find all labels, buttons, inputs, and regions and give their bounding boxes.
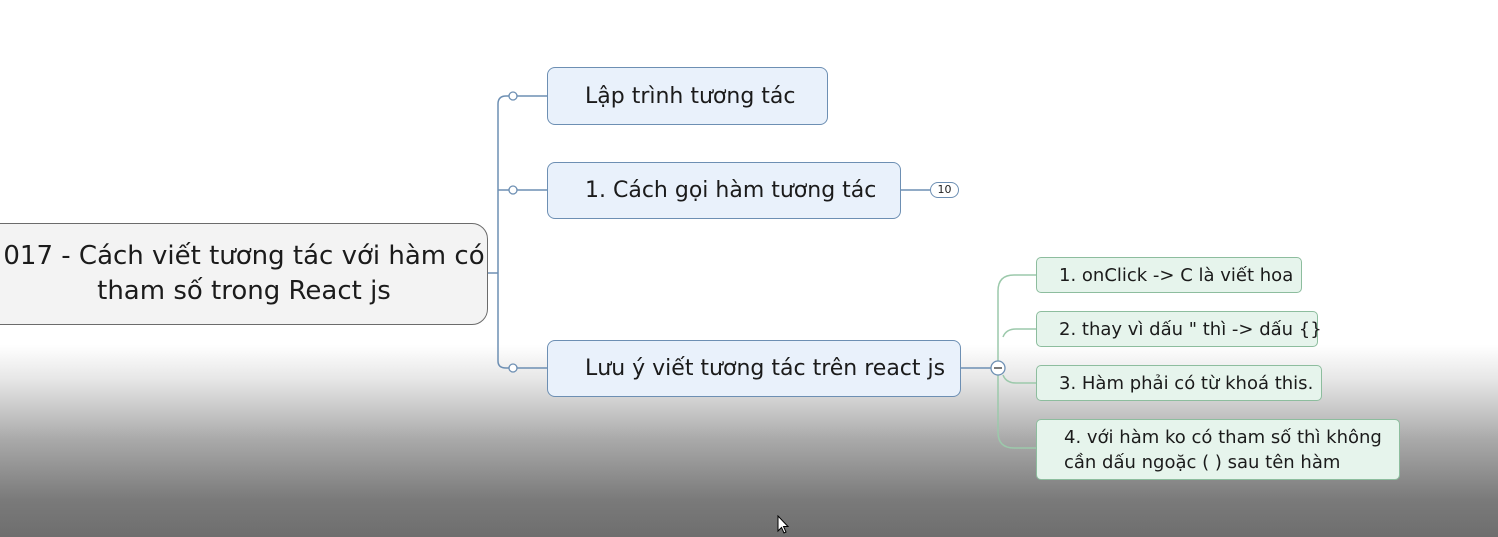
collapse-toggle-icon[interactable]	[990, 360, 1006, 376]
subtopic-ham-ko-co-tham-so[interactable]: 4. với hàm ko có tham số thì không cần d…	[1036, 419, 1400, 480]
branch-handle[interactable]	[508, 363, 518, 373]
subtopic-onclick[interactable]: 1. onClick -> C là viết hoa	[1036, 257, 1302, 293]
central-topic[interactable]: 017 - Cách viết tương tác với hàm có tha…	[0, 223, 488, 325]
main-topic-luu-y[interactable]: Lưu ý viết tương tác trên react js	[547, 340, 961, 397]
collapsed-count-badge[interactable]: 10	[930, 182, 959, 198]
branch-handle[interactable]	[508, 91, 518, 101]
branch-handle[interactable]	[508, 185, 518, 195]
subtopic-label: 2. thay vì dấu " thì -> dấu {}	[1059, 318, 1322, 340]
main-topic-label: Lập trình tương tác	[585, 83, 796, 109]
main-topic-label: Lưu ý viết tương tác trên react js	[585, 356, 946, 381]
main-topic-cach-goi-ham[interactable]: 1. Cách gọi hàm tương tác	[547, 162, 901, 219]
subtopic-label: 4. với hàm ko có tham số thì không cần d…	[1064, 426, 1382, 473]
subtopic-thay-vi-dau[interactable]: 2. thay vì dấu " thì -> dấu {}	[1036, 311, 1322, 347]
subtopic-label: 1. onClick -> C là viết hoa	[1059, 264, 1294, 286]
main-topic-label: 1. Cách gọi hàm tương tác	[585, 178, 877, 203]
mouse-cursor-icon	[777, 515, 790, 534]
subtopic-label: 3. Hàm phải có từ khoá this.	[1059, 372, 1314, 394]
main-topic-lap-trinh-tuong-tac[interactable]: Lập trình tương tác	[547, 67, 828, 125]
mindmap-canvas: 017 - Cách viết tương tác với hàm có tha…	[0, 0, 1498, 537]
central-topic-label: 017 - Cách viết tương tác với hàm có tha…	[3, 241, 485, 306]
subtopic-ham-phai-co-this[interactable]: 3. Hàm phải có từ khoá this.	[1036, 365, 1322, 401]
